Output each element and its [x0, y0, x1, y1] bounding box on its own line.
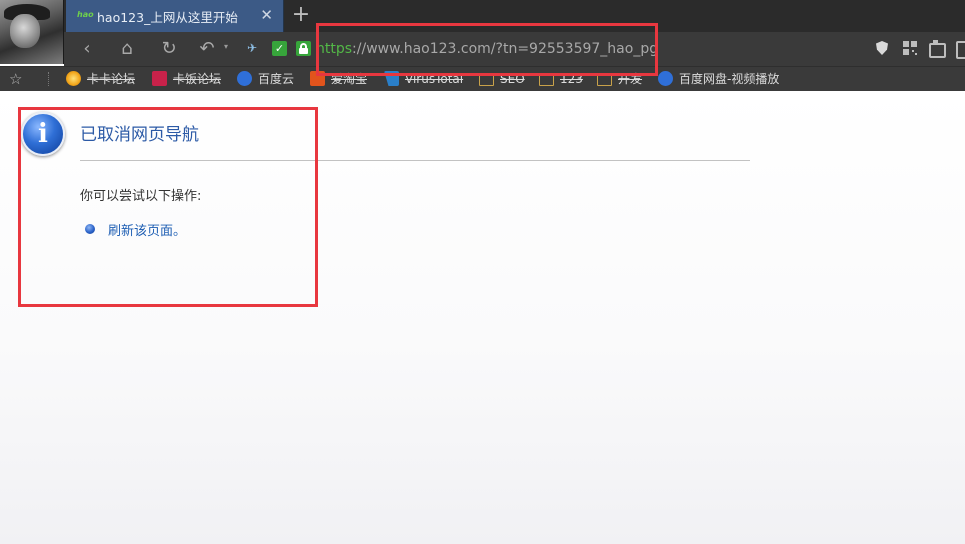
user-avatar[interactable] [0, 0, 64, 64]
tab-title: hao123_上网从这里开始 [97, 10, 238, 25]
bookmark-label: 百度云 [258, 72, 295, 86]
bookmark-baidu-pan-video[interactable]: 百度网盘-视频播放 [658, 67, 779, 92]
kaka-icon [66, 71, 81, 86]
bookmark-label: VirusTotal [405, 72, 464, 86]
divider [80, 160, 750, 161]
folder-icon [539, 73, 554, 86]
secure-lock-icon[interactable] [296, 41, 311, 56]
undo-close-icon[interactable]: ↶ [192, 32, 222, 66]
lock-body [299, 48, 308, 54]
shield-icon[interactable] [874, 40, 890, 56]
virustotal-icon [384, 71, 399, 86]
avatar-face [10, 14, 40, 48]
page-title: 已取消网页导航 [80, 125, 199, 145]
bullet-icon [85, 224, 95, 234]
menu-icon[interactable] [956, 40, 965, 59]
hao123-icon: hao [77, 10, 94, 19]
bookmarks-bar: ☆ 卡卡论坛 卡饭论坛 百度云 爱淘宝 VirusTotal SEO 123 开… [0, 66, 965, 91]
page-content: i 已取消网页导航 你可以尝试以下操作: 刷新该页面。 [0, 91, 965, 544]
bookmark-label: SEO [500, 72, 525, 86]
bookmark-label: 爱淘宝 [331, 72, 368, 86]
url-scheme: https [316, 41, 353, 57]
address-bar[interactable]: https://www.hao123.com/?tn=92553597_hao_… [316, 39, 856, 59]
reload-icon[interactable]: ↻ [154, 32, 184, 66]
bookmark-label: 百度网盘-视频播放 [679, 72, 780, 86]
bookmarks-separator [48, 72, 49, 86]
chevron-down-icon[interactable]: ▾ [224, 42, 228, 51]
kafan-icon [152, 71, 167, 86]
refresh-page-link[interactable]: 刷新该页面。 [108, 220, 186, 239]
bookmark-virustotal[interactable]: VirusTotal [384, 67, 463, 92]
bookmark-label: 123 [560, 72, 583, 86]
extension-check-icon[interactable]: ✓ [272, 41, 287, 56]
back-icon[interactable]: ‹ [72, 32, 102, 66]
url-rest: ://www.hao123.com/?tn=92553597_hao_pg [352, 41, 659, 57]
new-tab-button[interactable]: + [286, 0, 316, 32]
home-icon[interactable]: ⌂ [112, 32, 142, 66]
bookmark-label: 开发 [618, 72, 643, 86]
bookmark-label: 卡饭论坛 [173, 72, 222, 86]
baidu-cloud-icon [658, 71, 673, 86]
star-icon[interactable]: ☆ [9, 68, 22, 90]
suggestion-label: 你可以尝试以下操作: [80, 189, 202, 204]
extension-rocket-icon[interactable]: ✈ [247, 41, 267, 55]
screenshot-icon[interactable] [928, 40, 946, 58]
info-glyph: i [38, 119, 48, 149]
bookmark-taobao[interactable]: 爱淘宝 [310, 67, 367, 92]
bookmark-baidu-cloud[interactable]: 百度云 [237, 67, 294, 92]
close-icon[interactable]: ✕ [260, 6, 273, 24]
bookmark-kaka[interactable]: 卡卡论坛 [66, 67, 135, 92]
bookmark-folder-dev[interactable]: 开发 [597, 67, 642, 92]
bookmark-folder-123[interactable]: 123 [539, 67, 583, 92]
tab-hao123[interactable]: hao hao123_上网从这里开始 ✕ [66, 0, 284, 32]
baidu-cloud-icon [237, 71, 252, 86]
folder-icon [479, 73, 494, 86]
bookmark-label: 卡卡论坛 [87, 72, 136, 86]
folder-icon [597, 73, 612, 86]
info-icon: i [21, 112, 65, 156]
taobao-icon [310, 71, 325, 86]
title-bar: hao hao123_上网从这里开始 ✕ + [0, 0, 965, 64]
bookmark-kafan[interactable]: 卡饭论坛 [152, 67, 221, 92]
navigation-toolbar: ‹ ⌂ ↻ ↶ ▾ ✈ ✓ https://www.hao123.com/?tn… [64, 32, 965, 66]
bookmark-folder-seo[interactable]: SEO [479, 67, 525, 92]
qr-code-icon[interactable] [902, 40, 918, 56]
